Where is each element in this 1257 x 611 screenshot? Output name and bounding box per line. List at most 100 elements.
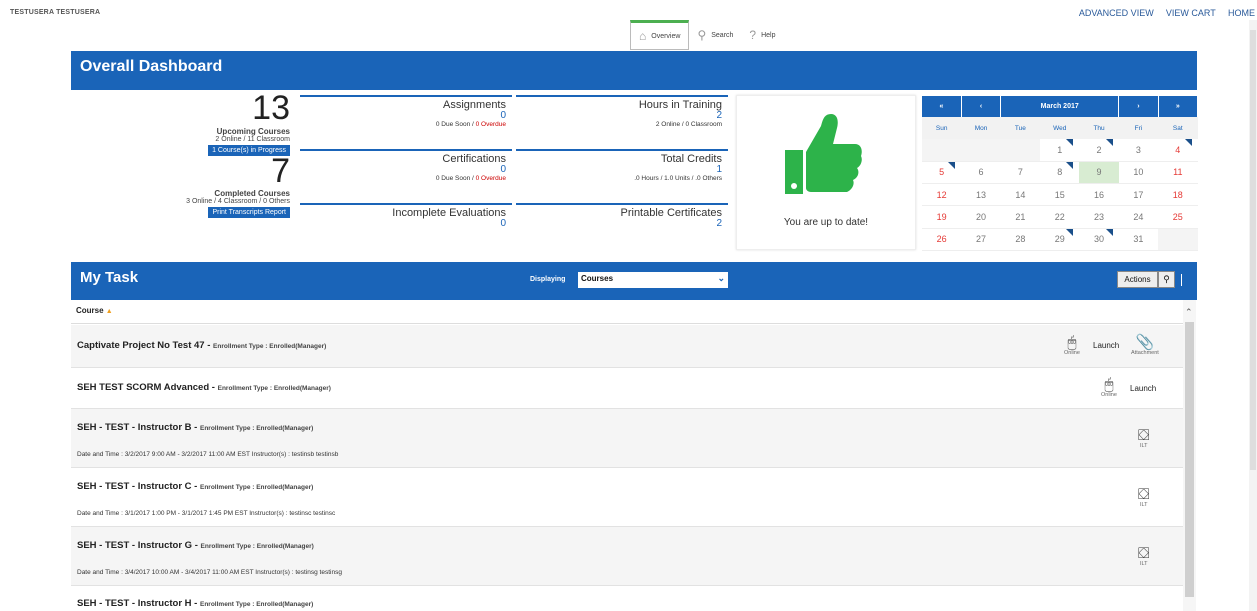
launch-button[interactable]: Launch (1130, 384, 1156, 393)
cal-day[interactable]: 3 (1118, 139, 1159, 162)
online-indicator[interactable]: 🖱 Online (1064, 335, 1080, 356)
chevron-down-icon: ⌄ (717, 273, 725, 283)
ilt-indicator[interactable]: ⛋ ILT (1138, 546, 1149, 567)
scroll-up-icon[interactable]: ⌃ (1185, 307, 1193, 318)
cal-day[interactable]: 22 (1040, 205, 1080, 229)
cal-day[interactable]: 18 (1158, 183, 1198, 207)
course-column-header[interactable]: Course ▲ (71, 300, 1183, 324)
tab-overview[interactable]: ⌂ Overview (630, 20, 690, 50)
cal-day[interactable]: 15 (1040, 183, 1080, 207)
ilt-indicator[interactable]: ⛋ ILT (1138, 428, 1149, 449)
thumbs-up-icon (785, 114, 862, 194)
certificates-title: Printable Certificates (620, 207, 723, 219)
cal-day[interactable]: 2 (1079, 139, 1119, 162)
cal-day[interactable]: 24 (1118, 205, 1159, 229)
print-transcripts-button[interactable]: Print Transcripts Report (208, 207, 290, 218)
cal-day[interactable]: 17 (1118, 183, 1159, 207)
cal-day[interactable]: 14 (1000, 183, 1041, 207)
cal-day[interactable]: 30 (1079, 228, 1119, 252)
cal-day[interactable]: 26 (922, 228, 962, 252)
cal-empty-cell (922, 139, 962, 162)
table-row[interactable]: SEH - TEST - Instructor C - Enrollment T… (71, 468, 1183, 527)
cal-prev-month-button[interactable]: ‹ (961, 96, 1002, 117)
displaying-label: Displaying (530, 276, 566, 283)
cal-next-year-button[interactable]: » (1158, 96, 1199, 117)
cal-day[interactable]: 7 (1000, 161, 1041, 185)
course-title[interactable]: SEH - TEST - Instructor B - Enrollment T… (77, 422, 313, 433)
tab-help[interactable]: ? Help (741, 20, 783, 50)
home-link[interactable]: HOME (1228, 8, 1255, 18)
cal-day[interactable]: 27 (961, 228, 1001, 252)
cal-day[interactable]: 20 (961, 205, 1001, 229)
evaluations-title: Incomplete Evaluations (392, 207, 506, 219)
cal-day-header: Tue (1000, 117, 1041, 139)
hours-box[interactable]: Hours in Training 2 2 Online / 0 Classro… (516, 95, 728, 147)
advanced-view-link[interactable]: ADVANCED VIEW (1079, 8, 1154, 18)
cal-day[interactable]: 19 (922, 205, 962, 229)
actions-button[interactable]: Actions (1117, 271, 1158, 288)
cal-day-header: Mon (961, 117, 1001, 139)
course-title[interactable]: SEH TEST SCORM Advanced - Enrollment Typ… (77, 382, 331, 393)
course-title[interactable]: SEH - TEST - Instructor C - Enrollment T… (77, 481, 313, 492)
credits-box[interactable]: Total Credits 1 .0 Hours / 1.0 Units / .… (516, 149, 728, 201)
cal-day[interactable]: 5 (922, 161, 962, 185)
online-label: Online (1101, 392, 1117, 398)
launch-button[interactable]: Launch (1093, 341, 1119, 350)
ilt-indicator[interactable]: ⛋ ILT (1138, 487, 1149, 508)
cal-day[interactable]: 23 (1079, 205, 1119, 229)
attachment-button[interactable]: 📎 Attachment (1131, 335, 1159, 356)
cal-day[interactable]: 29 (1040, 228, 1080, 252)
calendar: « ‹ March 2017 › » Sun Mon Tue Wed Thu Fri Sat… (922, 96, 1199, 252)
table-row[interactable]: SEH - TEST - Instructor G - Enrollment T… (71, 527, 1183, 586)
table-row[interactable]: SEH - TEST - Instructor H - Enrollment T… (71, 586, 1183, 611)
course-name: SEH - TEST - Instructor H (77, 598, 192, 609)
divider (1181, 274, 1182, 286)
cal-day[interactable]: 12 (922, 183, 962, 207)
cal-day[interactable]: 4 (1158, 139, 1198, 162)
cal-day[interactable]: 13 (961, 183, 1001, 207)
cal-day[interactable]: 6 (961, 161, 1001, 185)
view-cart-link[interactable]: VIEW CART (1166, 8, 1216, 18)
certifications-due-soon: 0 Due Soon / (435, 175, 476, 182)
certifications-box[interactable]: Certifications 0 0 Due Soon / 0 Overdue (300, 149, 512, 201)
certifications-value: 0 (500, 164, 506, 175)
cal-day[interactable]: 16 (1079, 183, 1119, 207)
cal-day[interactable]: 31 (1118, 228, 1159, 252)
page-scrollbar-thumb[interactable] (1250, 30, 1256, 470)
evaluations-box[interactable]: Incomplete Evaluations 0 (300, 203, 512, 249)
cal-day[interactable]: 21 (1000, 205, 1041, 229)
paperclip-icon: 📎 (1135, 334, 1155, 351)
enrollment-type: Enrollment Type : Enrolled(Manager) (200, 543, 314, 550)
task-search-button[interactable]: ⚲ (1158, 271, 1175, 288)
cal-day[interactable]: 25 (1158, 205, 1198, 229)
assignments-title: Assignments (443, 99, 506, 111)
table-row[interactable]: SEH TEST SCORM Advanced - Enrollment Typ… (71, 368, 1183, 409)
course-name: SEH TEST SCORM Advanced (77, 382, 210, 393)
assignments-box[interactable]: Assignments 0 0 Due Soon / 0 Overdue (300, 95, 512, 147)
cal-prev-year-button[interactable]: « (922, 96, 962, 117)
list-scrollbar-thumb[interactable] (1185, 322, 1194, 597)
upcoming-count: 13 (252, 89, 290, 127)
cal-day-header: Sat (1158, 117, 1198, 139)
cal-day[interactable]: 8 (1040, 161, 1080, 185)
course-title[interactable]: SEH - TEST - Instructor H - Enrollment T… (77, 598, 313, 609)
course-title[interactable]: SEH - TEST - Instructor G - Enrollment T… (77, 540, 314, 551)
displaying-select[interactable]: Courses ⌄ (578, 272, 728, 288)
presentation-icon: ⛋ (1138, 545, 1150, 562)
cal-day[interactable]: 10 (1118, 161, 1159, 185)
online-indicator[interactable]: 🖱 Online (1101, 377, 1117, 398)
table-row[interactable]: Captivate Project No Test 47 - Enrollmen… (71, 325, 1183, 368)
cal-day[interactable]: 11 (1158, 161, 1198, 185)
table-row[interactable]: SEH - TEST - Instructor B - Enrollment T… (71, 409, 1183, 468)
cal-day[interactable]: 28 (1000, 228, 1041, 252)
tab-search[interactable]: ⚲ Search (689, 20, 741, 50)
course-title[interactable]: Captivate Project No Test 47 - Enrollmen… (77, 340, 326, 351)
cal-day[interactable]: 9 (1079, 161, 1119, 185)
cal-day[interactable]: 1 (1040, 139, 1080, 162)
course-summary: 13 Upcoming Courses 2 Online / 11 Classr… (71, 89, 296, 248)
cal-next-month-button[interactable]: › (1118, 96, 1159, 117)
certificates-box[interactable]: Printable Certificates 2 (516, 203, 728, 249)
course-datetime: Date and Time : 3/4/2017 10:00 AM - 3/4/… (77, 569, 342, 576)
credits-note: .0 Hours / 1.0 Units / .0 Others (634, 175, 722, 182)
ilt-label: ILT (1139, 561, 1148, 567)
